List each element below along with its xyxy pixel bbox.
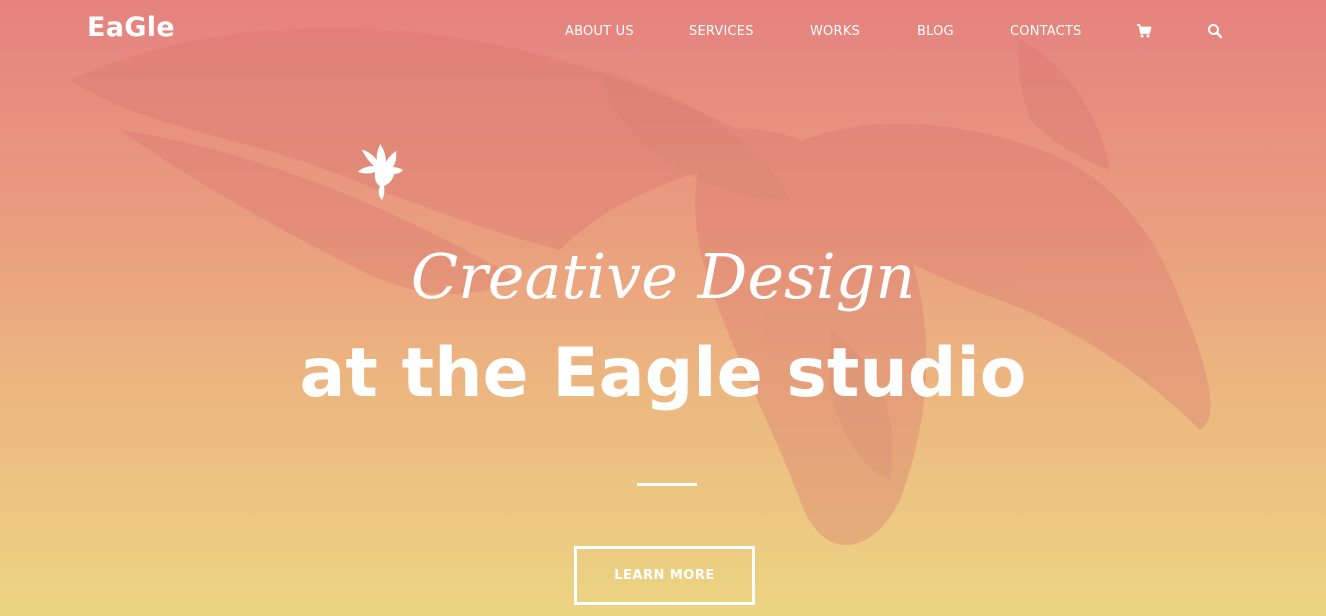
main-nav: ABOUT US SERVICES WORKS BLOG CONTACTS: [0, 24, 1326, 44]
nav-item-works[interactable]: WORKS: [810, 24, 860, 39]
nav-item-services[interactable]: SERVICES: [689, 24, 754, 39]
hero-main-title: at the Eagle studio: [299, 334, 1027, 413]
cart-icon[interactable]: [1136, 23, 1152, 39]
learn-more-button[interactable]: LEARN MORE: [574, 546, 755, 605]
nav-item-about-us[interactable]: ABOUT US: [565, 24, 634, 39]
hero-divider: [637, 483, 697, 486]
search-icon[interactable]: [1207, 23, 1223, 39]
hero-script-title: Creative Design: [410, 240, 916, 313]
nav-item-contacts[interactable]: CONTACTS: [1010, 24, 1082, 39]
hero-section: EaGle ABOUT US SERVICES WORKS BLOG CONTA…: [0, 0, 1326, 616]
bird-icon: [358, 144, 403, 200]
nav-item-blog[interactable]: BLOG: [917, 24, 954, 39]
